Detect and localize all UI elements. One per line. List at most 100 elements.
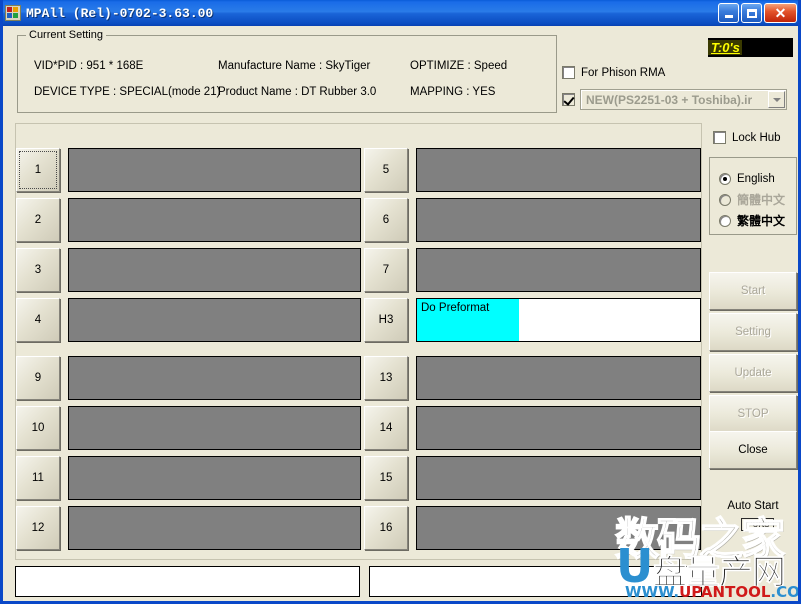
for-phison-rma-label: For Phison RMA bbox=[581, 67, 665, 79]
port-button-9[interactable]: 9 bbox=[16, 356, 60, 400]
port-status-bar-13 bbox=[416, 356, 701, 400]
close-button[interactable]: Close bbox=[709, 431, 797, 469]
ports-label[interactable]: Ports bbox=[741, 518, 774, 531]
port-status-bar-1 bbox=[68, 148, 361, 192]
current-setting-legend: Current Setting bbox=[26, 29, 106, 41]
port-row: 5 bbox=[364, 148, 701, 192]
port-row: 9 bbox=[16, 356, 361, 400]
port-row: H3Do Preformat bbox=[364, 298, 701, 342]
minimize-button[interactable] bbox=[718, 3, 739, 23]
language-option-english[interactable]: English bbox=[710, 168, 796, 189]
timer-badge-label: T:0's bbox=[708, 40, 742, 55]
port-button-2[interactable]: 2 bbox=[16, 198, 60, 242]
port-row: 16 bbox=[364, 506, 701, 550]
lock-hub-checkbox[interactable] bbox=[713, 131, 726, 144]
vid-pid-value: VID*PID : 951 * 168E bbox=[34, 60, 143, 72]
port-status-bar-5 bbox=[416, 148, 701, 192]
lock-hub-row[interactable]: Lock Hub bbox=[713, 131, 781, 144]
language-traditional-label: 繁體中文 bbox=[737, 212, 785, 229]
for-phison-rma-row[interactable]: For Phison RMA bbox=[562, 66, 665, 79]
port-button-5[interactable]: 5 bbox=[364, 148, 408, 192]
port-row: 13 bbox=[364, 356, 701, 400]
timer-badge: T:0's bbox=[708, 38, 793, 57]
optimize-value: OPTIMIZE : Speed bbox=[410, 60, 507, 72]
product-name-value: Product Name : DT Rubber 3.0 bbox=[218, 86, 376, 98]
current-setting-group: Current Setting VID*PID : 951 * 168E DEV… bbox=[17, 35, 557, 113]
title-bar: MPAll (Rel)-0702-3.63.00 ✕ bbox=[0, 0, 801, 26]
radio-english-icon[interactable] bbox=[719, 173, 731, 185]
status-bar-left bbox=[15, 566, 360, 597]
port-row: 1 bbox=[16, 148, 361, 192]
language-group: English 簡體中文 繁體中文 bbox=[709, 157, 797, 235]
for-phison-rma-checkbox[interactable] bbox=[562, 66, 575, 79]
port-button-3[interactable]: 3 bbox=[16, 248, 60, 292]
language-option-traditional[interactable]: 繁體中文 bbox=[710, 210, 796, 231]
firmware-row[interactable]: NEW(PS2251-03 + Toshiba).ir bbox=[562, 89, 787, 110]
port-button-6[interactable]: 6 bbox=[364, 198, 408, 242]
port-status-bar-9 bbox=[68, 356, 361, 400]
port-row: 6 bbox=[364, 198, 701, 242]
window-title: MPAll (Rel)-0702-3.63.00 bbox=[26, 6, 213, 21]
setting-button[interactable]: Setting bbox=[709, 313, 797, 351]
port-row: 3 bbox=[16, 248, 361, 292]
port-status-bar-12 bbox=[68, 506, 361, 550]
chevron-down-icon[interactable] bbox=[768, 91, 785, 108]
port-status-bar-14 bbox=[416, 406, 701, 450]
update-button[interactable]: Update bbox=[709, 354, 797, 392]
lock-hub-label: Lock Hub bbox=[732, 132, 781, 144]
radio-simplified-icon[interactable] bbox=[719, 194, 731, 206]
firmware-enable-checkbox[interactable] bbox=[562, 93, 575, 106]
app-icon bbox=[5, 5, 21, 21]
port-status-bar-16 bbox=[416, 506, 701, 550]
status-bar-right bbox=[369, 566, 702, 597]
port-row: 10 bbox=[16, 406, 361, 450]
port-button-12[interactable]: 12 bbox=[16, 506, 60, 550]
port-button-11[interactable]: 11 bbox=[16, 456, 60, 500]
ports-panel: 12349101112 567H3Do Preformat13141516 bbox=[15, 123, 702, 560]
port-button-15[interactable]: 15 bbox=[364, 456, 408, 500]
port-row: 7 bbox=[364, 248, 701, 292]
port-status-bar-4 bbox=[68, 298, 361, 342]
port-button-14[interactable]: 14 bbox=[364, 406, 408, 450]
port-row: 4 bbox=[16, 298, 361, 342]
language-english-label: English bbox=[737, 173, 775, 185]
port-status-bar-7 bbox=[416, 248, 701, 292]
stop-button[interactable]: STOP bbox=[709, 395, 797, 433]
port-row: 12 bbox=[16, 506, 361, 550]
port-status-bar-11 bbox=[68, 456, 361, 500]
port-status-bar-10 bbox=[68, 406, 361, 450]
firmware-select[interactable]: NEW(PS2251-03 + Toshiba).ir bbox=[580, 89, 787, 110]
port-status-bar-3 bbox=[68, 248, 361, 292]
port-button-16[interactable]: 16 bbox=[364, 506, 408, 550]
port-row: 14 bbox=[364, 406, 701, 450]
mapping-value: MAPPING : YES bbox=[410, 86, 495, 98]
port-button-13[interactable]: 13 bbox=[364, 356, 408, 400]
port-status-bar-15 bbox=[416, 456, 701, 500]
start-button[interactable]: Start bbox=[709, 272, 797, 310]
port-status-bar-H3: Do Preformat bbox=[416, 298, 701, 342]
maximize-button[interactable] bbox=[741, 3, 762, 23]
firmware-select-value: NEW(PS2251-03 + Toshiba).ir bbox=[581, 93, 765, 107]
port-button-1[interactable]: 1 bbox=[16, 148, 60, 192]
port-row: 15 bbox=[364, 456, 701, 500]
language-simplified-label: 簡體中文 bbox=[737, 191, 785, 208]
port-button-7[interactable]: 7 bbox=[364, 248, 408, 292]
language-option-simplified[interactable]: 簡體中文 bbox=[710, 189, 796, 210]
close-icon: ✕ bbox=[775, 6, 787, 20]
port-progress-H3: Do Preformat bbox=[417, 299, 519, 341]
device-type-value: DEVICE TYPE : SPECIAL(mode 21) bbox=[34, 86, 220, 98]
application-window: MPAll (Rel)-0702-3.63.00 ✕ Current Setti… bbox=[0, 0, 801, 604]
radio-traditional-icon[interactable] bbox=[719, 215, 731, 227]
port-button-4[interactable]: 4 bbox=[16, 298, 60, 342]
auto-start-label: Auto Start bbox=[709, 500, 797, 512]
window-controls: ✕ bbox=[718, 3, 797, 23]
watermark-url-part3: .COM bbox=[770, 583, 801, 601]
port-status-bar-6 bbox=[416, 198, 701, 242]
port-button-10[interactable]: 10 bbox=[16, 406, 60, 450]
port-row: 2 bbox=[16, 198, 361, 242]
close-window-button[interactable]: ✕ bbox=[764, 3, 797, 23]
manufacture-name-value: Manufacture Name : SkyTiger bbox=[218, 60, 370, 72]
port-button-H3[interactable]: H3 bbox=[364, 298, 408, 342]
port-row: 11 bbox=[16, 456, 361, 500]
port-status-bar-2 bbox=[68, 198, 361, 242]
